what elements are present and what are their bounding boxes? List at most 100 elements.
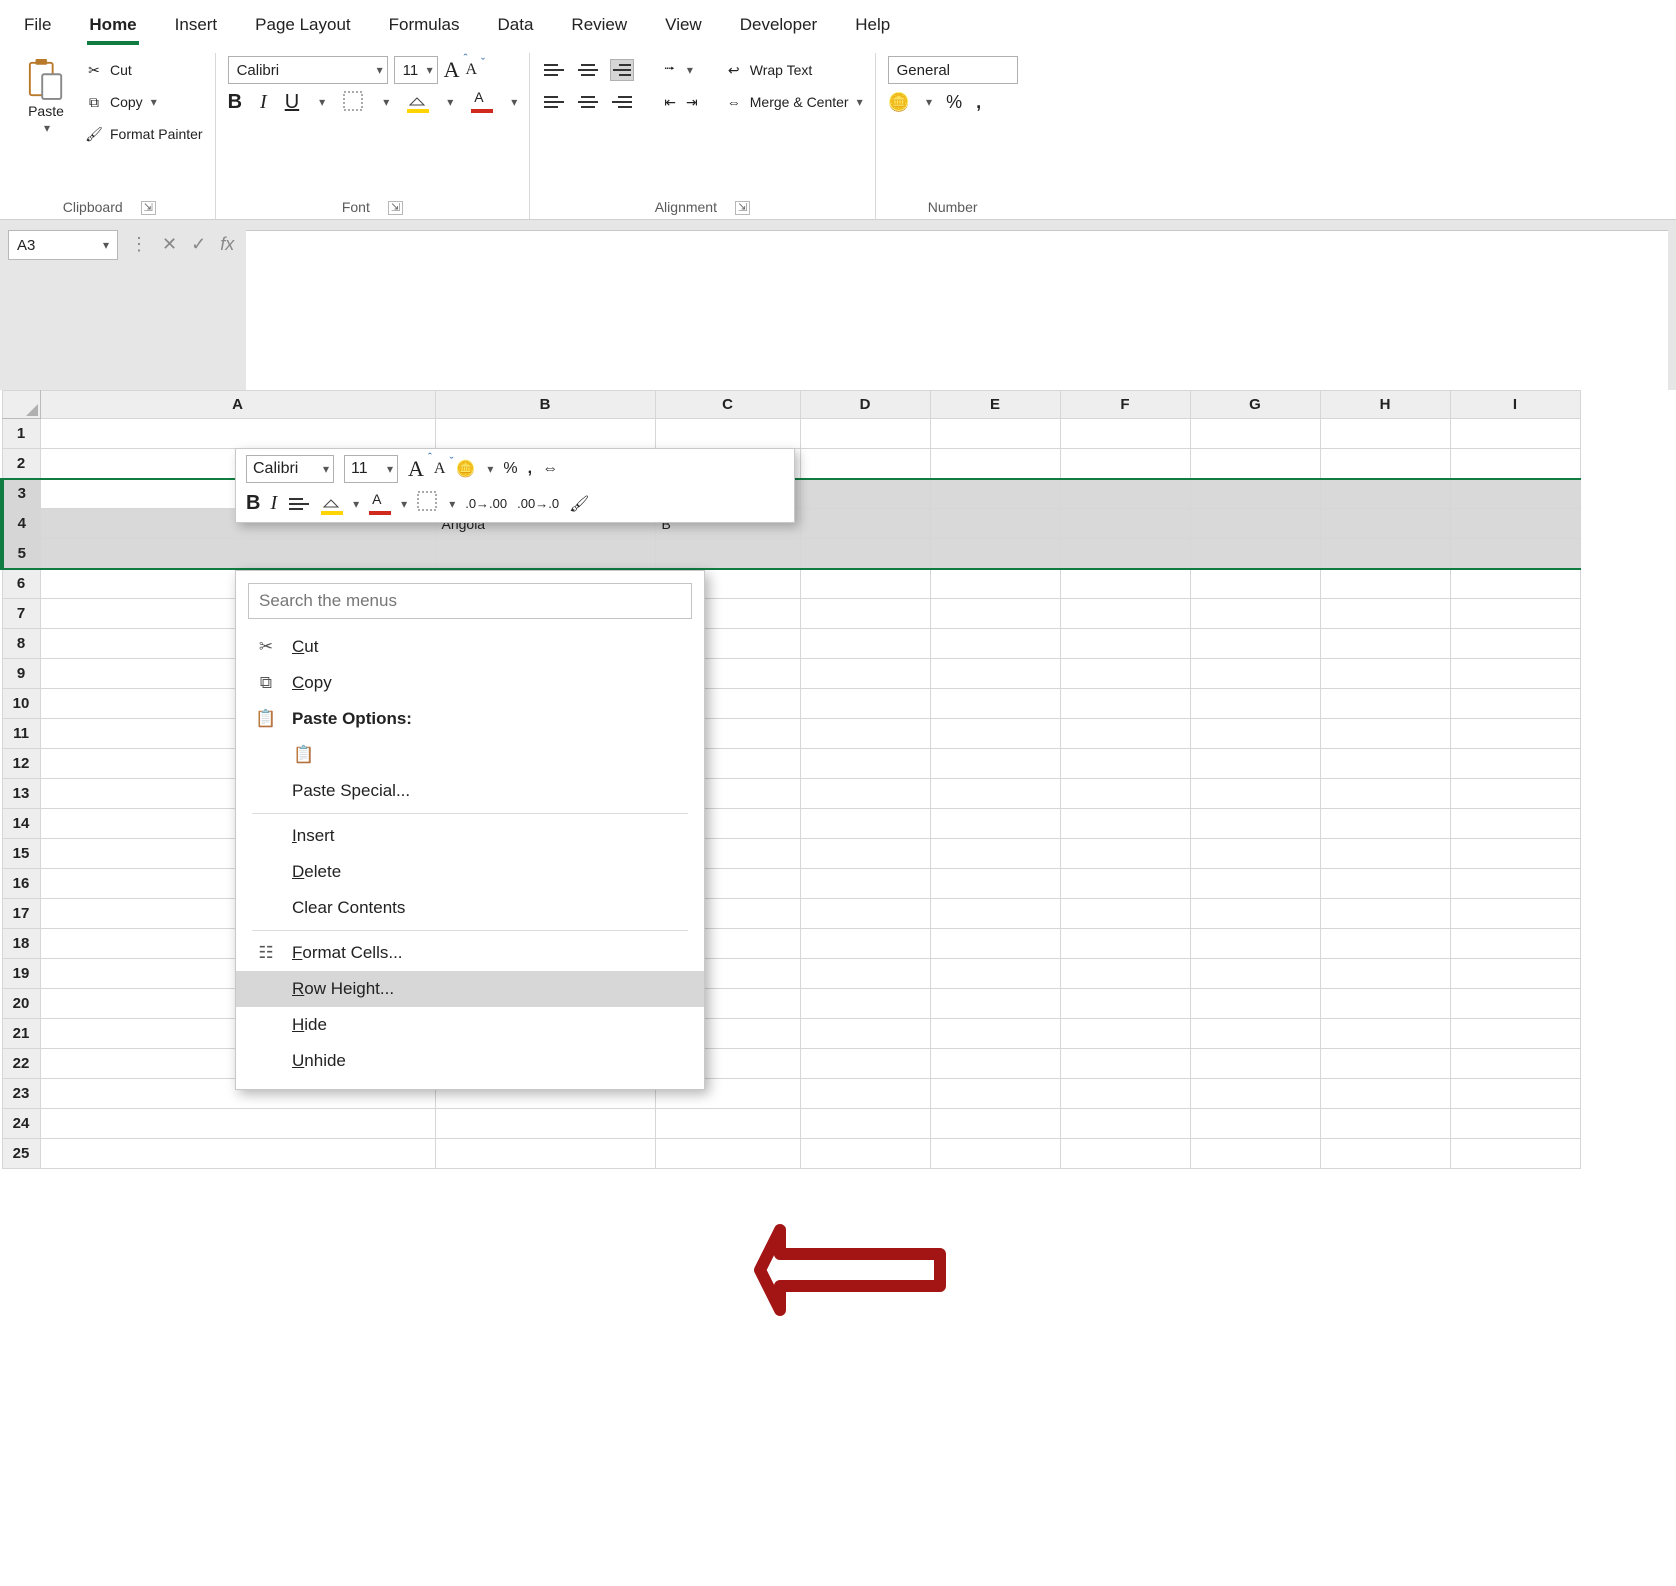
cell-E5[interactable] xyxy=(930,539,1060,569)
cell-F18[interactable] xyxy=(1060,929,1190,959)
cell-F21[interactable] xyxy=(1060,1019,1190,1049)
cell-F1[interactable] xyxy=(1060,419,1190,449)
cell-I19[interactable] xyxy=(1450,959,1580,989)
col-header-F[interactable]: F xyxy=(1060,391,1190,419)
cell-I18[interactable] xyxy=(1450,929,1580,959)
cell-E18[interactable] xyxy=(930,929,1060,959)
cell-E8[interactable] xyxy=(930,629,1060,659)
align-middle-icon[interactable] xyxy=(576,59,600,81)
copy-button[interactable]: ⧉ Copy ▾ xyxy=(84,89,203,115)
ctx-insert[interactable]: Insert xyxy=(236,818,704,854)
cell-H6[interactable] xyxy=(1320,569,1450,599)
merge-icon[interactable]: ⇔ xyxy=(542,460,558,478)
percent-icon[interactable]: % xyxy=(503,460,517,478)
cell-E20[interactable] xyxy=(930,989,1060,1019)
cell-I9[interactable] xyxy=(1450,659,1580,689)
cell-F5[interactable] xyxy=(1060,539,1190,569)
align-right-icon[interactable] xyxy=(610,91,634,113)
decrease-decimal-icon[interactable]: .00→.0 xyxy=(517,496,559,511)
decrease-font-icon[interactable]: A xyxy=(465,61,477,79)
col-header-G[interactable]: G xyxy=(1190,391,1320,419)
row-header-9[interactable]: 9 xyxy=(2,659,40,689)
tab-formulas[interactable]: Formulas xyxy=(383,9,466,45)
cell-H24[interactable] xyxy=(1320,1109,1450,1139)
col-header-B[interactable]: B xyxy=(435,391,655,419)
fx-icon[interactable]: fx xyxy=(220,234,234,255)
cell-D18[interactable] xyxy=(800,929,930,959)
cell-H21[interactable] xyxy=(1320,1019,1450,1049)
cell-G21[interactable] xyxy=(1190,1019,1320,1049)
cell-I11[interactable] xyxy=(1450,719,1580,749)
cell-I14[interactable] xyxy=(1450,809,1580,839)
cell-E15[interactable] xyxy=(930,839,1060,869)
cell-G6[interactable] xyxy=(1190,569,1320,599)
cell-F19[interactable] xyxy=(1060,959,1190,989)
align-left-icon[interactable] xyxy=(542,91,566,113)
cell-E11[interactable] xyxy=(930,719,1060,749)
row-header-22[interactable]: 22 xyxy=(2,1049,40,1079)
tab-review[interactable]: Review xyxy=(565,9,633,45)
cell-E6[interactable] xyxy=(930,569,1060,599)
tab-data[interactable]: Data xyxy=(492,9,540,45)
cell-H2[interactable] xyxy=(1320,449,1450,479)
cell-D6[interactable] xyxy=(800,569,930,599)
col-header-E[interactable]: E xyxy=(930,391,1060,419)
cell-E3[interactable] xyxy=(930,479,1060,509)
underline-button[interactable]: U xyxy=(285,91,299,114)
paste-button[interactable]: Paste ▾ xyxy=(16,57,76,147)
cell-E10[interactable] xyxy=(930,689,1060,719)
cell-G24[interactable] xyxy=(1190,1109,1320,1139)
row-header-1[interactable]: 1 xyxy=(2,419,40,449)
cell-E13[interactable] xyxy=(930,779,1060,809)
cell-C1[interactable] xyxy=(655,419,800,449)
cell-F16[interactable] xyxy=(1060,869,1190,899)
cell-I2[interactable] xyxy=(1450,449,1580,479)
cell-G25[interactable] xyxy=(1190,1139,1320,1169)
cell-E12[interactable] xyxy=(930,749,1060,779)
accounting-format-icon[interactable]: 🪙 xyxy=(455,459,475,479)
cell-G11[interactable] xyxy=(1190,719,1320,749)
cell-I4[interactable] xyxy=(1450,509,1580,539)
cell-F6[interactable] xyxy=(1060,569,1190,599)
cell-B25[interactable] xyxy=(435,1139,655,1169)
italic-button[interactable]: I xyxy=(260,91,267,114)
cell-E24[interactable] xyxy=(930,1109,1060,1139)
font-color-button[interactable] xyxy=(471,95,491,109)
merge-center-button[interactable]: ⇔ Merge & Center ▾ xyxy=(724,89,863,115)
cell-C25[interactable] xyxy=(655,1139,800,1169)
cell-F17[interactable] xyxy=(1060,899,1190,929)
row-header-25[interactable]: 25 xyxy=(2,1139,40,1169)
cell-I5[interactable] xyxy=(1450,539,1580,569)
cell-I20[interactable] xyxy=(1450,989,1580,1019)
mini-font-size-select[interactable]: 11 ▾ xyxy=(344,455,398,483)
cell-A25[interactable] xyxy=(40,1139,435,1169)
decrease-font-icon[interactable]: A xyxy=(434,460,446,478)
row-header-23[interactable]: 23 xyxy=(2,1079,40,1109)
row-header-7[interactable]: 7 xyxy=(2,599,40,629)
cell-G12[interactable] xyxy=(1190,749,1320,779)
align-bottom-icon[interactable] xyxy=(610,59,634,81)
cell-E4[interactable] xyxy=(930,509,1060,539)
cell-D22[interactable] xyxy=(800,1049,930,1079)
cell-F8[interactable] xyxy=(1060,629,1190,659)
chevron-down-icon[interactable]: ▾ xyxy=(449,497,455,511)
cell-H20[interactable] xyxy=(1320,989,1450,1019)
cell-D2[interactable] xyxy=(800,449,930,479)
cell-D23[interactable] xyxy=(800,1079,930,1109)
ctx-copy[interactable]: ⧉ Copy xyxy=(236,665,704,701)
cell-G22[interactable] xyxy=(1190,1049,1320,1079)
row-header-2[interactable]: 2 xyxy=(2,449,40,479)
font-name-select[interactable]: Calibri ▾ xyxy=(228,56,388,84)
cell-B24[interactable] xyxy=(435,1109,655,1139)
cell-F11[interactable] xyxy=(1060,719,1190,749)
chevron-down-icon[interactable]: ▾ xyxy=(511,95,517,109)
increase-font-icon[interactable]: A xyxy=(444,57,460,83)
row-header-10[interactable]: 10 xyxy=(2,689,40,719)
ctx-cut[interactable]: ✂ Cut xyxy=(236,629,704,665)
col-header-C[interactable]: C xyxy=(655,391,800,419)
cell-H22[interactable] xyxy=(1320,1049,1450,1079)
cell-I16[interactable] xyxy=(1450,869,1580,899)
increase-indent-icon[interactable]: ⇥ xyxy=(686,94,698,111)
dialog-launcher-icon[interactable]: ⇲ xyxy=(735,201,750,215)
row-header-18[interactable]: 18 xyxy=(2,929,40,959)
